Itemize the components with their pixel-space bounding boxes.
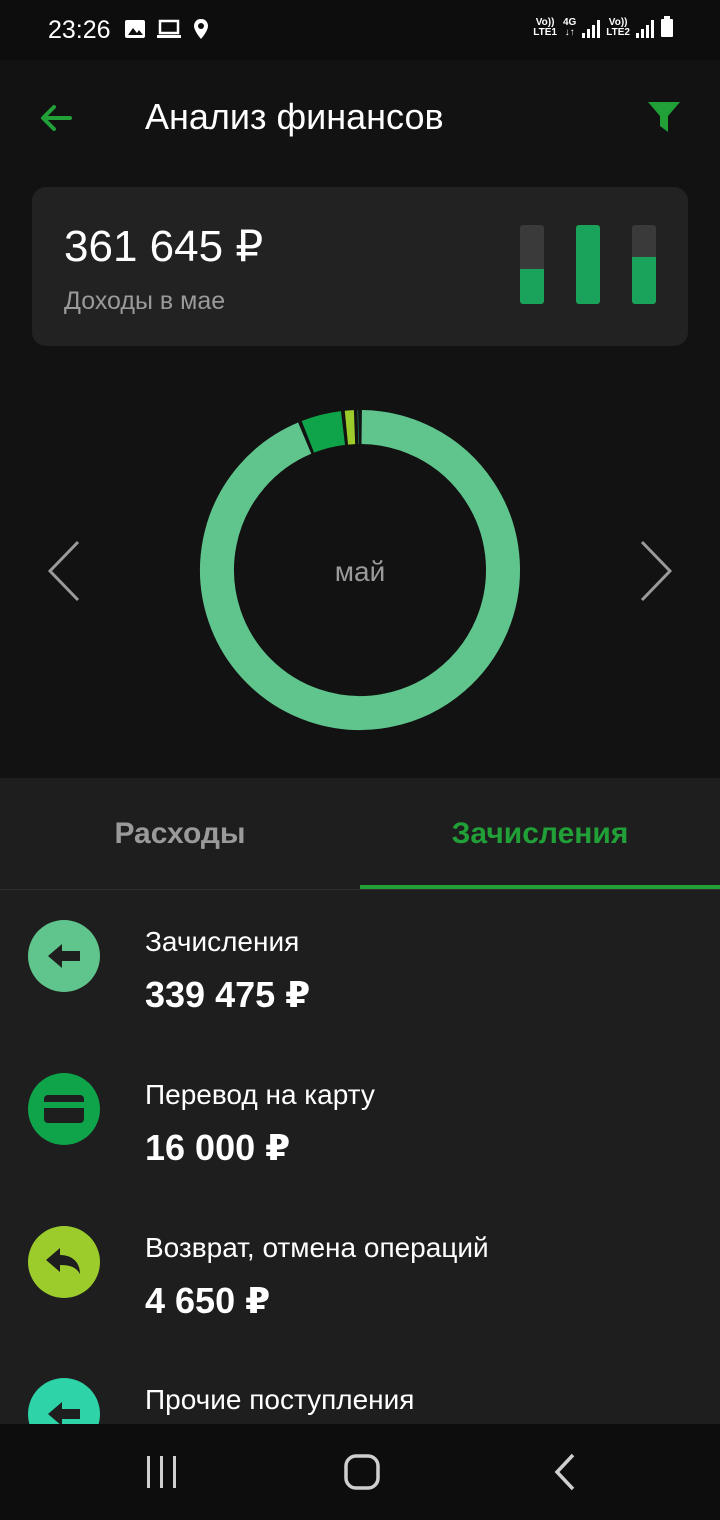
- mini-bar-fill: [520, 269, 544, 304]
- battery-icon: [661, 16, 673, 37]
- donut-center-label: май: [334, 556, 386, 587]
- back-nav-icon[interactable]: [546, 1452, 586, 1492]
- list-item-label: Перевод на карту: [145, 1079, 375, 1110]
- list-item-value: 16 000 ₽: [145, 1127, 291, 1168]
- laptop-icon: [157, 19, 181, 38]
- status-bar: 23:26 Vo)) LTE1 4G ↓↑ Vo)) LTE2: [0, 0, 720, 60]
- active-tab-indicator: [360, 885, 720, 889]
- list-item[interactable]: Перевод на карту 16 000 ₽: [0, 1043, 720, 1193]
- list-item[interactable]: Возврат, отмена операций 4 650 ₽: [0, 1196, 720, 1346]
- mini-bar: [632, 225, 656, 304]
- income-category-list: Зачисления 339 475 ₽ Перевод на карту 16…: [0, 890, 720, 1424]
- list-item-value: 4 650 ₽: [145, 1280, 271, 1321]
- image-icon: [125, 20, 145, 38]
- page-title: Анализ финансов: [145, 96, 444, 137]
- home-icon[interactable]: [342, 1452, 382, 1492]
- sim2-indicator: Vo)) LTE2: [606, 17, 630, 38]
- status-time: 23:26: [48, 16, 111, 44]
- tab-income[interactable]: Зачисления: [360, 778, 720, 890]
- donut-segment: [301, 411, 346, 453]
- network-type-indicator: 4G ↓↑: [562, 17, 577, 38]
- list-item-label: Прочие поступления: [145, 1384, 415, 1415]
- chevron-right-icon[interactable]: [638, 540, 674, 602]
- list-item-label: Возврат, отмена операций: [145, 1232, 489, 1263]
- list-item[interactable]: Зачисления 339 475 ₽: [0, 890, 720, 1040]
- mini-bar-fill: [576, 225, 600, 304]
- arrow-left-icon[interactable]: [36, 98, 76, 138]
- system-nav-bar: [0, 1424, 720, 1520]
- list-item-value: 339 475 ₽: [145, 974, 311, 1015]
- sim1-indicator: Vo)) LTE1: [533, 17, 557, 38]
- signal-icon: [636, 20, 654, 38]
- mini-bar: [576, 225, 600, 304]
- arrow-in-icon: [28, 920, 100, 992]
- arrow-in-icon: [28, 1378, 100, 1424]
- list-item-label: Зачисления: [145, 926, 300, 957]
- mini-bar-fill: [632, 256, 656, 304]
- card-icon: [28, 1073, 100, 1145]
- location-icon: [194, 19, 208, 39]
- tab-bar: Расходы Зачисления: [0, 778, 720, 891]
- status-icons: [124, 18, 210, 40]
- tab-expenses[interactable]: Расходы: [0, 778, 360, 890]
- income-summary-card[interactable]: 361 645 ₽ Доходы в мае: [32, 187, 688, 346]
- app-header: Анализ финансов: [0, 60, 720, 178]
- signal-icon: [582, 20, 601, 38]
- mini-bar: [520, 225, 544, 304]
- income-amount: 361 645 ₽: [64, 222, 264, 271]
- list-item[interactable]: Прочие поступления: [0, 1348, 720, 1424]
- donut-segment: [344, 410, 356, 445]
- donut-section: май: [0, 350, 720, 778]
- income-caption: Доходы в мае: [64, 287, 226, 315]
- return-icon: [28, 1226, 100, 1298]
- filter-icon[interactable]: [646, 98, 682, 136]
- status-right-icons: Vo)) LTE1 4G ↓↑ Vo)) LTE2: [533, 16, 674, 38]
- recent-apps-icon[interactable]: [142, 1452, 182, 1492]
